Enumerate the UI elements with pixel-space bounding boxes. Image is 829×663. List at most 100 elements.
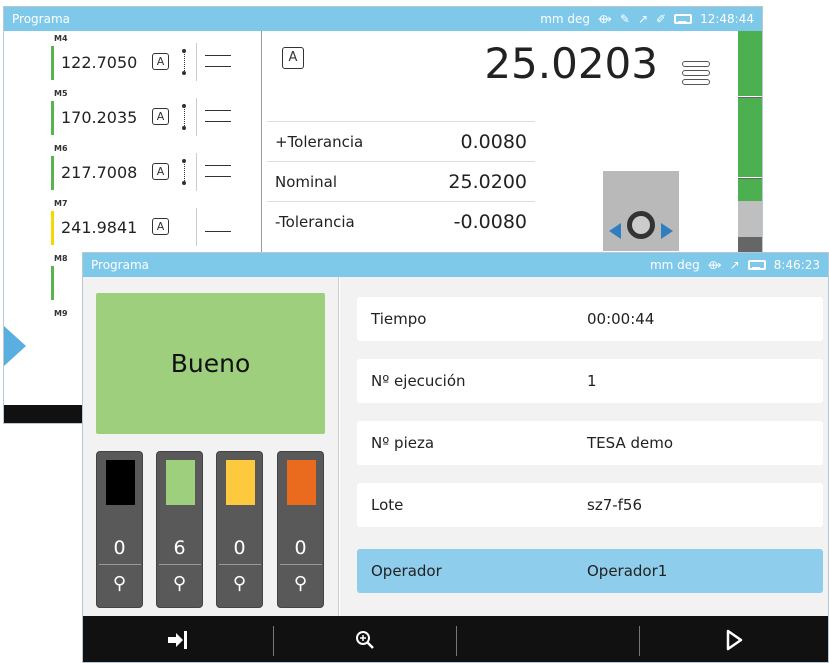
expand-arrow-icon[interactable] [4,326,26,366]
divider [280,564,322,565]
info-row-lote[interactable]: Lote sz7-f56 [357,483,823,527]
color-swatch [106,460,135,505]
counter-green[interactable]: 6 ⚲ [156,451,203,608]
exit-icon [168,631,187,649]
tolerance-band-icon [205,55,231,67]
info-label: Lote [371,496,404,514]
zoom-button[interactable] [274,616,456,662]
back-window-title: Programa [12,12,70,26]
color-swatch [226,460,255,505]
clock: 12:48:44 [700,12,754,26]
front-titlebar: Programa mm deg ⟴ ↗ 8:46:23 [83,253,828,277]
feature-tag: A [152,163,169,180]
feature-tag: A [282,47,304,69]
tolerance-label: Nominal [275,172,338,191]
play-button[interactable] [640,616,828,662]
color-swatch [287,460,316,505]
arrow-circle-icon: ⟴ [598,12,612,26]
info-label: Tiempo [371,310,427,328]
measurement-label: M9 [54,309,68,318]
tolerance-table: +Tolerancia 0.0080 Nominal 25.0200 -Tole… [267,121,535,241]
tolerance-label: +Tolerancia [275,132,364,151]
tolerance-row: +Tolerancia 0.0080 [267,121,535,161]
measurement-row[interactable]: M5 170.2035 A [4,86,261,141]
color-swatch [166,460,195,505]
status-segment [738,31,762,97]
zoom-icon [356,631,374,649]
menu-lines-icon[interactable] [678,57,712,87]
measurement-row[interactable]: M4 122.7050 A [4,31,261,86]
tolerance-value: 0.0080 [460,130,527,153]
feature-tag: A [152,218,169,235]
info-label: Nº ejecución [371,372,466,390]
divider [219,564,261,565]
info-label: Nº pieza [371,434,435,452]
back-titlebar: Programa mm deg ⟴ ✎ ↗ ✐ 12:48:44 [4,7,762,31]
status-segment [738,201,762,237]
rotate-left-icon [609,223,621,239]
info-row-operador[interactable]: Operador Operador1 [357,549,823,593]
counter-yellow[interactable]: 0 ⚲ [216,451,263,608]
probe-rotation-icon[interactable] [603,171,679,251]
measurement-value: 170.2035 [61,108,138,127]
info-row-ejecucion[interactable]: Nº ejecución 1 [357,359,823,403]
battery-icon [674,14,693,24]
clock: 8:46:23 [773,258,820,272]
exit-button[interactable] [83,616,273,662]
tolerance-dots-icon [182,104,190,130]
status-bar [51,46,54,80]
counter-value: 0 [113,537,126,559]
info-row-pieza[interactable]: Nº pieza TESA demo [357,421,823,465]
feature-tag: A [152,108,169,125]
zoom-list-icon[interactable]: ⚲ [157,573,202,594]
counter-orange[interactable]: 0 ⚲ [277,451,324,608]
result-status: Bueno [96,293,325,434]
status-bar [51,101,54,135]
feature-tag: A [152,53,169,70]
bottom-toolbar [83,616,828,662]
tolerance-value: -0.0080 [453,210,527,233]
measurement-value: 241.9841 [61,218,138,237]
tolerance-dots-icon [182,159,190,185]
info-value: Operador1 [587,562,668,580]
tolerance-band-icon [205,165,231,177]
counter-value: 6 [173,537,186,559]
info-value: sz7-f56 [587,496,643,514]
info-row-tiempo[interactable]: Tiempo 00:00:44 [357,297,823,341]
divider [196,153,197,191]
status-segment [738,179,762,201]
units-label: mm deg [649,258,700,272]
play-icon [726,629,743,651]
measurement-label: M4 [54,34,68,43]
info-value: 00:00:44 [587,310,655,328]
rotate-right-icon [661,223,673,239]
tolerance-band-icon [205,110,231,122]
result-panel: Bueno 0 ⚲ 6 ⚲ 0 ⚲ 0 ⚲ [83,277,339,616]
tolerance-label: -Tolerancia [275,212,355,231]
zoom-list-icon[interactable]: ⚲ [278,573,323,594]
measurement-row[interactable]: M7 241.9841 A [4,196,261,251]
measurement-value: 217.7008 [61,163,138,182]
status-bar [51,211,54,245]
empty-button[interactable] [457,616,639,662]
counter-black[interactable]: 0 ⚲ [96,451,143,608]
divider [99,564,141,565]
status-segment [738,98,762,178]
measurement-label: M8 [54,254,68,263]
measurement-label: M6 [54,144,68,153]
zoom-list-icon[interactable]: ⚲ [97,573,142,594]
tolerance-band-icon [205,220,231,232]
tolerance-value: 25.0200 [448,170,527,193]
zoom-list-icon[interactable]: ⚲ [217,573,262,594]
info-value: TESA demo [587,434,674,452]
tolerance-row: Nominal 25.0200 [267,161,535,201]
status-bar [51,266,54,300]
divider [196,98,197,136]
measurement-value: 122.7050 [61,53,138,72]
info-value: 1 [587,372,597,390]
main-measurement-value: 25.0203 [484,39,658,88]
tolerance-dots-icon [182,49,190,75]
measurement-row[interactable]: M6 217.7008 A [4,141,261,196]
front-window-title: Programa [91,258,149,272]
front-window: Programa mm deg ⟴ ↗ 8:46:23 Bueno 0 ⚲ 6 … [82,252,829,663]
